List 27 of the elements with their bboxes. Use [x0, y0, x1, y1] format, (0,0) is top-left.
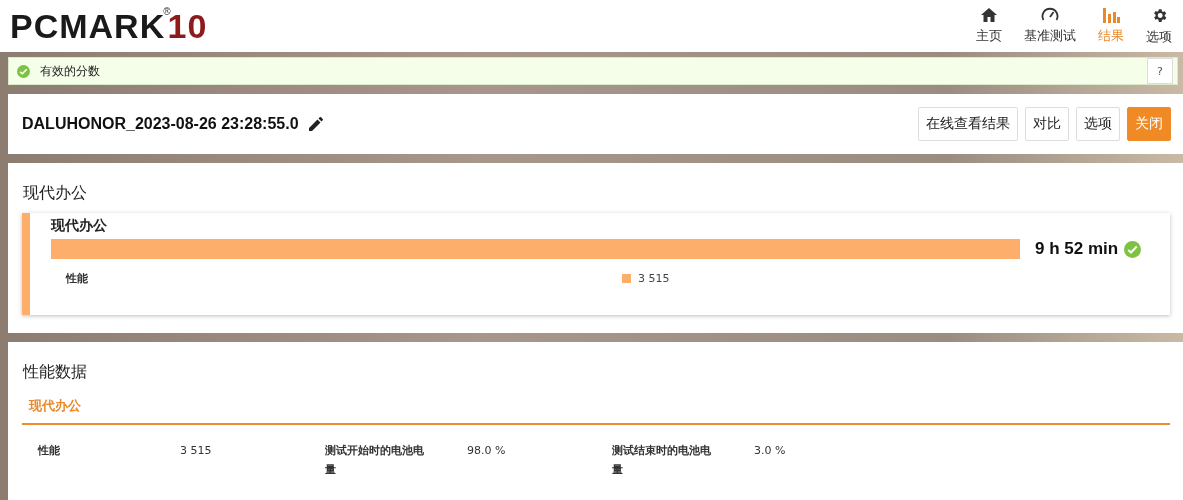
pencil-icon[interactable]: [308, 117, 323, 131]
detail-label: 测试开始时的电池电量: [325, 443, 425, 478]
action-button[interactable]: 对比: [1025, 107, 1069, 141]
action-button[interactable]: 在线查看结果: [918, 107, 1018, 141]
legend-swatch: [622, 274, 631, 283]
detail-value: 3.0 %: [754, 443, 787, 459]
metric-label: 性能: [66, 271, 89, 286]
bar-chart-icon: [1102, 7, 1120, 23]
detail-label: 测试结束时的电池电量: [612, 443, 712, 478]
section-heading: 现代办公: [22, 182, 88, 204]
nav-tab[interactable]: 主页: [965, 0, 1013, 52]
nav-tab[interactable]: 选项: [1135, 0, 1183, 52]
help-button[interactable]: ?: [1147, 58, 1173, 84]
gauge-icon: [1041, 7, 1059, 23]
detail-value: 3 515: [180, 443, 213, 459]
notice-text: 有效的分数: [40, 62, 101, 80]
detail-label: 性能: [38, 443, 61, 459]
result-title: DALUHONOR_2023-08-26 23:28:55.0: [22, 115, 299, 133]
section-heading: 性能数据: [21, 361, 88, 383]
pcmark-logo: PCMARK®10: [10, 6, 208, 46]
nav-tab[interactable]: 基准测试: [1013, 0, 1087, 52]
detail-value: 98.0 %: [467, 443, 507, 459]
score-value: 9 h 52 min: [1035, 239, 1119, 259]
metric-value: 3 515: [638, 272, 670, 285]
action-button[interactable]: 选项: [1076, 107, 1120, 141]
card-title: 现代办公: [51, 217, 108, 235]
home-icon: [980, 7, 998, 23]
